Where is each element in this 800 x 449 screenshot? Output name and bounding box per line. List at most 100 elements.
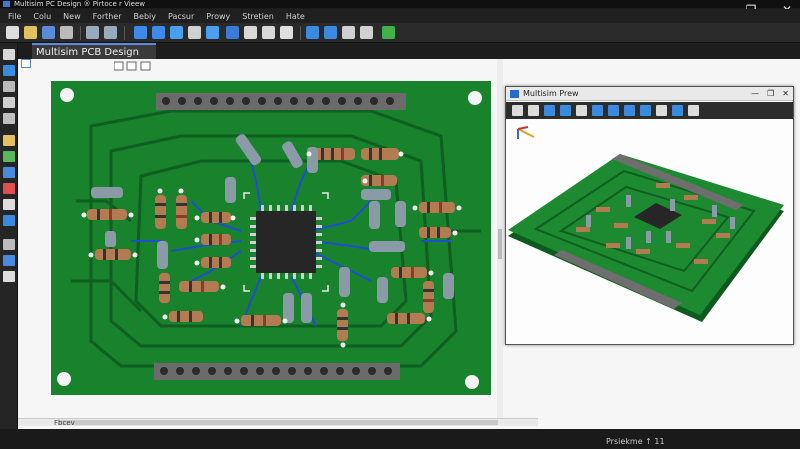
preview-close-button[interactable]: ✕ xyxy=(782,87,789,101)
copper-icon[interactable] xyxy=(608,105,619,116)
menu-colu[interactable]: Colu xyxy=(33,12,51,21)
title-bar: Multisim PC Design ® Pirtoce r Vieew xyxy=(0,0,800,8)
draw-icon[interactable] xyxy=(3,65,15,76)
check-icon[interactable] xyxy=(382,26,395,39)
component-icon[interactable] xyxy=(206,26,219,39)
silk-icon[interactable] xyxy=(624,105,635,116)
pcb-3d-view[interactable] xyxy=(506,119,793,344)
grid-icon[interactable] xyxy=(3,239,15,250)
flip-icon[interactable] xyxy=(324,26,337,39)
wire-icon[interactable] xyxy=(188,26,201,39)
search-icon[interactable] xyxy=(688,105,699,116)
menu-bar: File Colu New Forther Bebiy Pacsur Prowy… xyxy=(0,9,800,23)
zoom-out-icon[interactable] xyxy=(152,26,165,39)
resistor xyxy=(419,202,455,213)
top-header-pins xyxy=(162,97,394,105)
tab-multisim-pcb-design[interactable]: Multisim PCB Design xyxy=(32,43,156,59)
resistor xyxy=(419,227,451,238)
preview-minimize-button[interactable]: — xyxy=(751,87,759,101)
bottom-header-pins xyxy=(160,367,392,375)
pcb-board[interactable] xyxy=(51,81,491,395)
vertical-scroll-thumb[interactable] xyxy=(498,229,502,259)
preview-window-controls: — ❐ ✕ xyxy=(751,87,789,101)
mounting-hole xyxy=(465,375,479,389)
layer-icon[interactable] xyxy=(342,26,355,39)
mounting-hole xyxy=(60,88,74,102)
app-logo-icon xyxy=(3,1,10,7)
resistor xyxy=(241,315,281,326)
pan-icon[interactable] xyxy=(512,105,523,116)
eraser-icon[interactable] xyxy=(3,183,15,194)
preview-maximize-button[interactable]: ❐ xyxy=(767,87,774,101)
view-split-icon[interactable] xyxy=(126,61,137,71)
preview-viewport[interactable] xyxy=(506,119,793,344)
zoom-in-icon[interactable] xyxy=(134,26,147,39)
arc-icon[interactable] xyxy=(3,81,15,92)
resistor xyxy=(176,195,187,229)
fit-icon[interactable] xyxy=(656,105,667,116)
new-icon[interactable] xyxy=(6,26,19,39)
light-icon[interactable] xyxy=(592,105,603,116)
menu-bebiy[interactable]: Bebiy xyxy=(134,12,156,21)
zoom-icon[interactable] xyxy=(544,105,555,116)
rotate-icon[interactable] xyxy=(528,105,539,116)
layer-icon[interactable] xyxy=(560,105,571,116)
undo-icon[interactable] xyxy=(86,26,99,39)
view-single-icon[interactable] xyxy=(114,61,124,71)
open-icon[interactable] xyxy=(24,26,37,39)
window-title: Multisim PC Design ® Pirtoce r Vieew xyxy=(14,0,146,8)
canvas-view-icons xyxy=(114,61,151,71)
menu-pacsur[interactable]: Pacsur xyxy=(168,12,194,21)
zoom-icon[interactable] xyxy=(3,255,15,266)
document-tab-strip: Multisim PCB Design xyxy=(18,43,800,59)
resistor xyxy=(201,257,231,268)
camera-icon[interactable] xyxy=(672,105,683,116)
menu-new[interactable]: New xyxy=(63,12,80,21)
measure-icon[interactable] xyxy=(3,151,15,162)
resistor xyxy=(179,281,219,292)
vertical-scrollbar[interactable] xyxy=(497,59,503,418)
toolbar-separator xyxy=(80,26,81,40)
find-icon[interactable] xyxy=(360,26,373,39)
copy-icon[interactable] xyxy=(280,26,293,39)
via-icon[interactable] xyxy=(244,26,257,39)
menu-hate[interactable]: Hate xyxy=(286,12,305,21)
view-grid-icon[interactable] xyxy=(140,61,151,71)
rotate-icon[interactable] xyxy=(306,26,319,39)
tilt-icon[interactable] xyxy=(576,105,587,116)
mounting-hole xyxy=(468,91,482,105)
menu-prowy[interactable]: Prowy xyxy=(206,12,230,21)
pad-icon[interactable] xyxy=(3,113,15,124)
resistor xyxy=(391,267,427,278)
resistor xyxy=(155,195,166,229)
pointer-icon[interactable] xyxy=(3,49,15,60)
resistor xyxy=(337,309,348,341)
resistor xyxy=(159,273,170,303)
preview-title-bar: Multisim Prew — ❐ ✕ xyxy=(506,87,793,101)
preview-title: Multisim Prew xyxy=(523,89,579,98)
layer-icon[interactable] xyxy=(3,167,15,178)
measure-icon[interactable] xyxy=(262,26,275,39)
mounting-hole xyxy=(57,372,71,386)
menu-file[interactable]: File xyxy=(8,12,21,21)
save-icon[interactable] xyxy=(42,26,55,39)
text-icon[interactable] xyxy=(3,135,15,146)
redo-icon[interactable] xyxy=(104,26,117,39)
horizontal-scroll-thumb[interactable] xyxy=(58,420,498,425)
via-icon[interactable] xyxy=(3,215,15,226)
resistor xyxy=(361,148,399,160)
menu-forther[interactable]: Forther xyxy=(93,12,122,21)
resistor xyxy=(201,234,231,245)
menu-stretien[interactable]: Stretien xyxy=(242,12,274,21)
print-icon[interactable] xyxy=(60,26,73,39)
view-icon[interactable] xyxy=(640,105,651,116)
horizontal-scrollbar[interactable] xyxy=(18,418,538,426)
fill-icon[interactable] xyxy=(3,199,15,210)
probe-icon[interactable] xyxy=(3,271,15,282)
scroll-label: Fbcev xyxy=(54,419,75,427)
trace-icon[interactable] xyxy=(226,26,239,39)
line-icon[interactable] xyxy=(3,97,15,108)
select-icon[interactable] xyxy=(170,26,183,39)
resistor xyxy=(387,313,425,324)
preview-toolbar xyxy=(506,102,793,119)
